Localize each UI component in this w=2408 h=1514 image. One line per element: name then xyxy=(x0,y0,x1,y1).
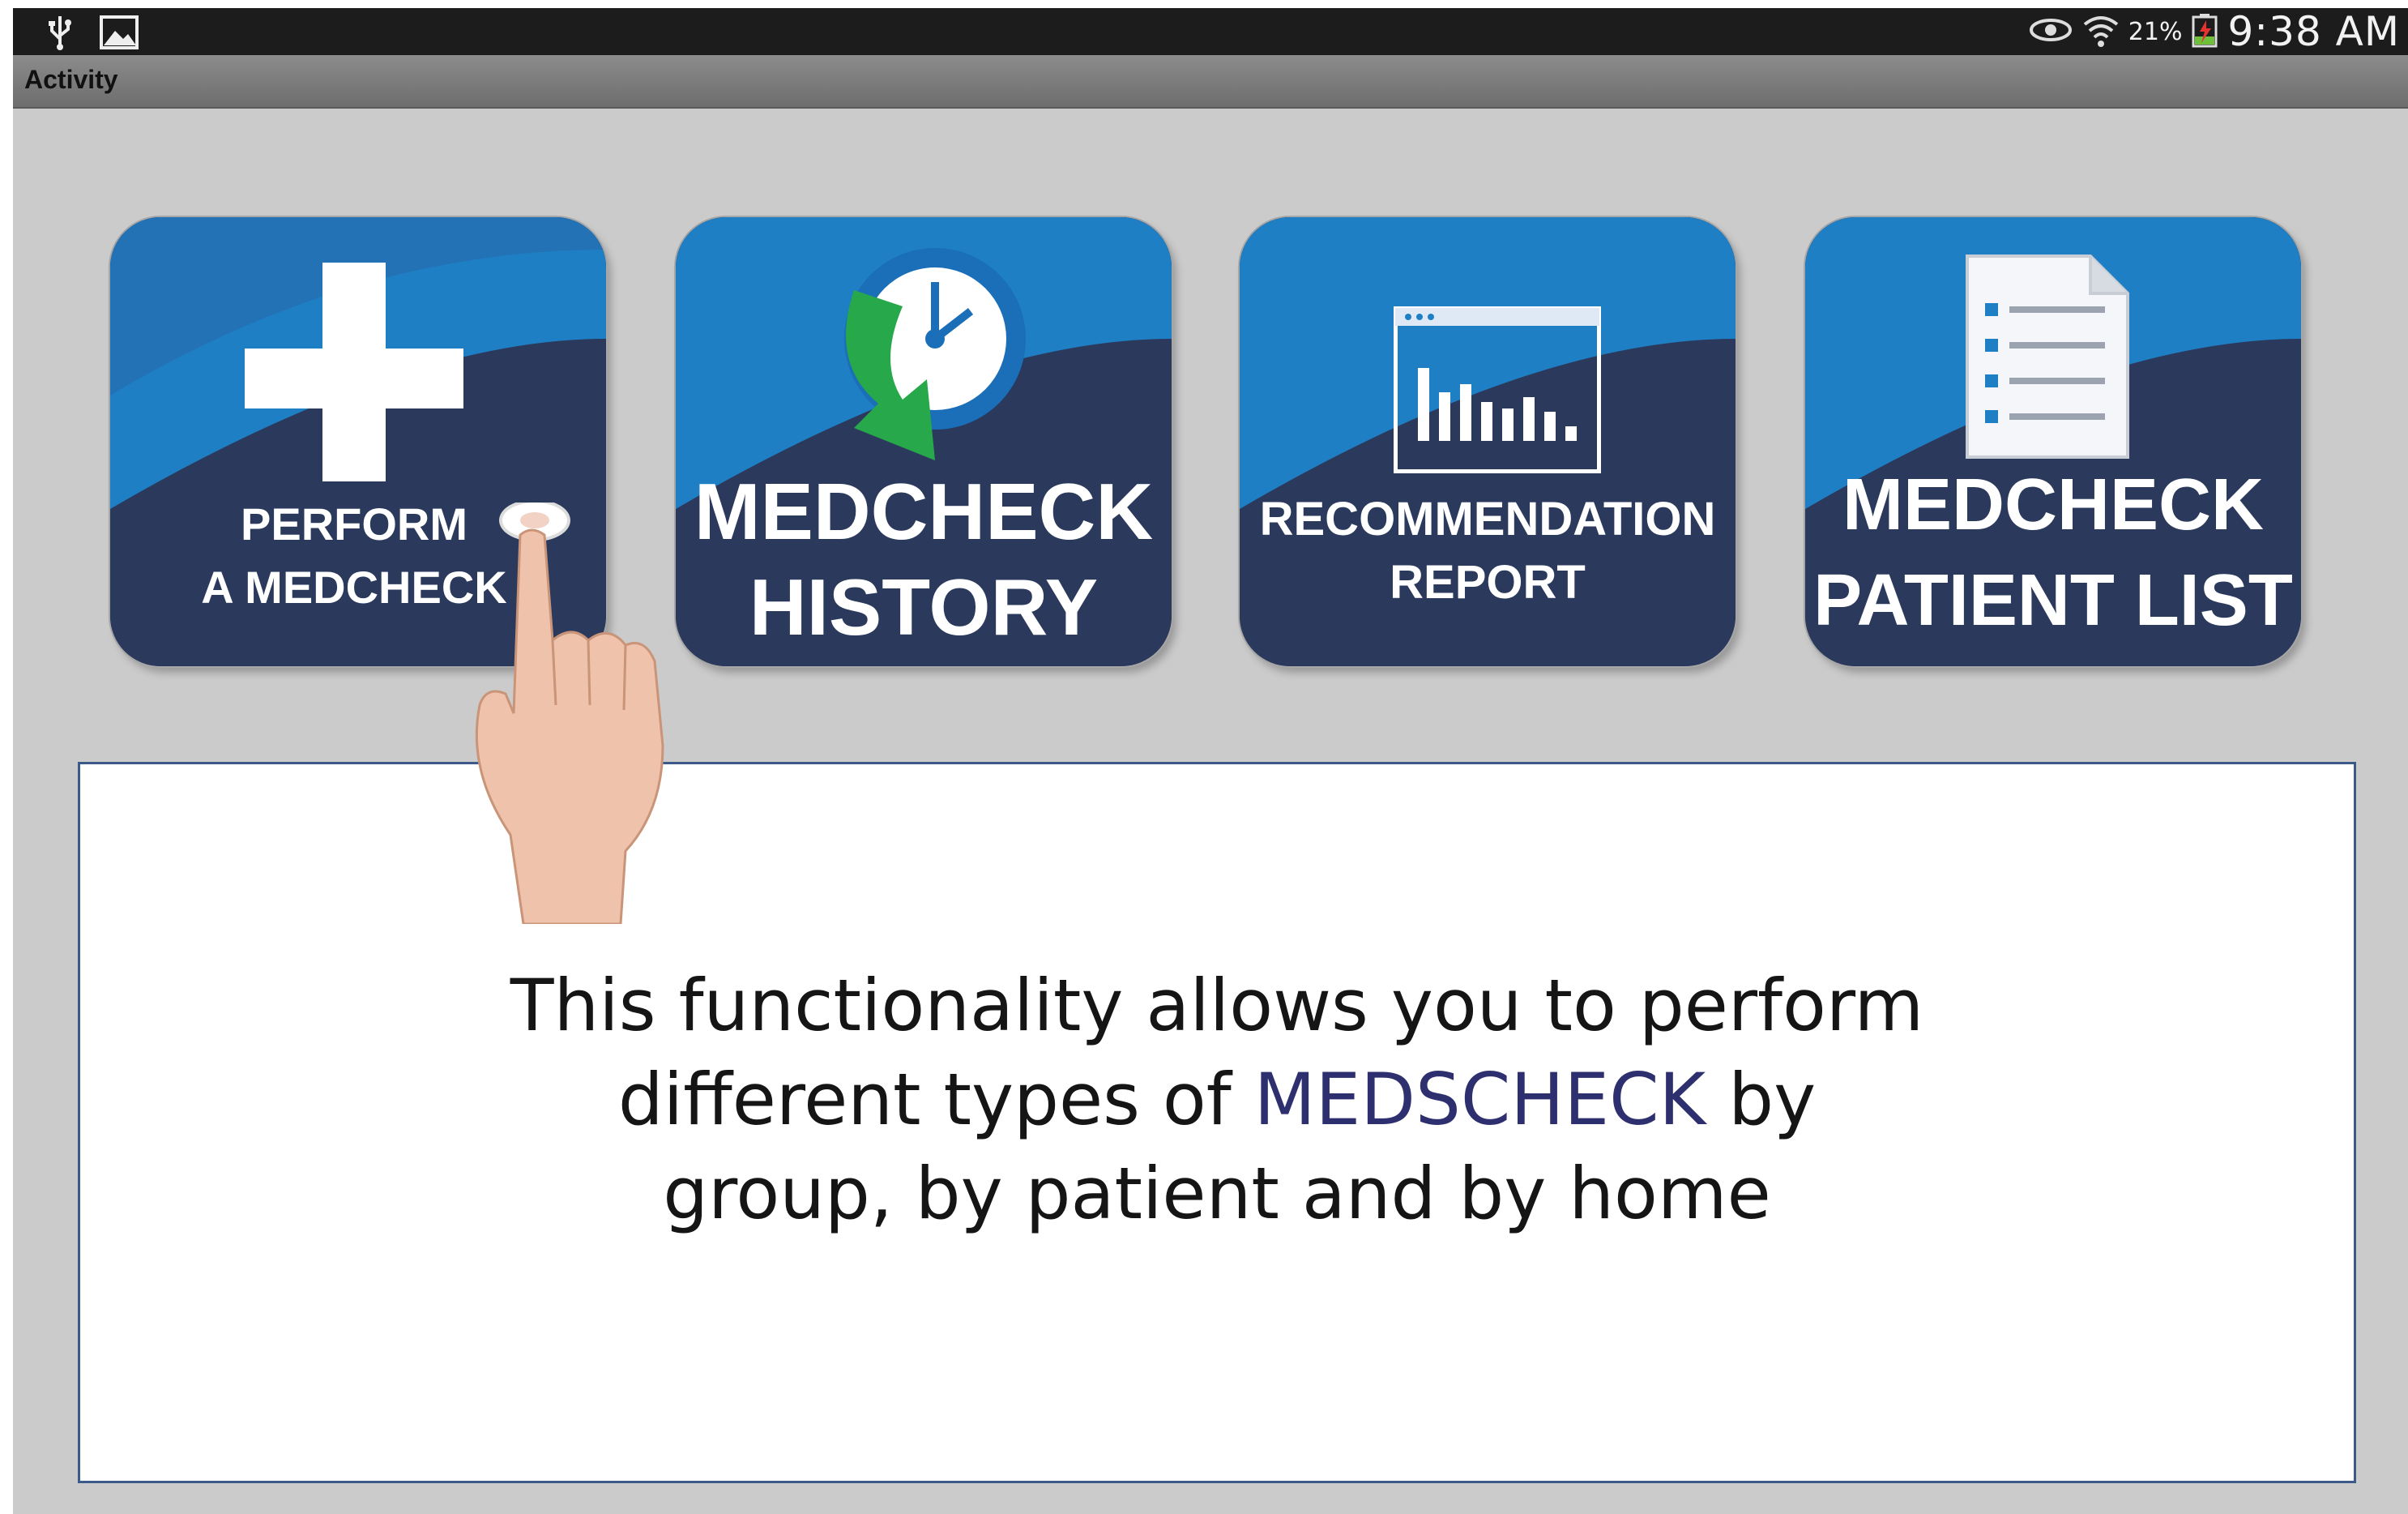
battery-percent: 21% xyxy=(2128,17,2183,46)
info-line-3: group, by patient and by home xyxy=(663,1152,1771,1235)
info-line-2: different types of MEDSCHECK by xyxy=(80,1053,2354,1147)
tile-label-line2: A MEDCHECK xyxy=(201,562,507,613)
app-screen: 21% 9:38 AM Activity PERFORM A MEDCHECK … xyxy=(13,8,2408,1514)
image-icon xyxy=(99,15,139,53)
tile-label-line2: PATIENT LIST xyxy=(1813,560,2293,641)
info-line-2-start: different types of xyxy=(617,1058,1254,1141)
tile-label-line1: PERFORM xyxy=(241,498,468,550)
clock-history-icon xyxy=(844,248,1026,460)
battery-charging-icon xyxy=(2190,12,2219,51)
info-panel: This functionality allows you to perform… xyxy=(78,762,2356,1483)
usb-icon xyxy=(45,15,75,53)
plus-icon xyxy=(245,263,463,481)
tile-label-line1: MEDCHECK xyxy=(1842,464,2264,545)
app-title: Activity xyxy=(24,65,118,94)
tile-label-line2: REPORT xyxy=(1390,556,1586,609)
medcheck-patient-list-button[interactable]: MEDCHECK PATIENT LIST xyxy=(1805,217,2301,666)
info-line-2-end: by xyxy=(1706,1058,1817,1141)
recommendation-report-button[interactable]: RECOMMENDATION REPORT xyxy=(1240,217,1736,666)
document-list-icon xyxy=(1966,254,2129,459)
info-line-1: This functionality allows you to perform xyxy=(510,964,1924,1047)
wifi-icon xyxy=(2081,10,2120,53)
medscheck-highlight: MEDSCHECK xyxy=(1253,1058,1706,1141)
tile-label-line1: RECOMMENDATION xyxy=(1259,493,1716,545)
status-bar: 21% 9:38 AM xyxy=(13,8,2408,55)
action-bar: Activity xyxy=(13,55,2408,109)
report-chart-icon xyxy=(1394,306,1601,473)
tile-label-line2: HISTORY xyxy=(749,562,1099,652)
perform-medcheck-button[interactable]: PERFORM A MEDCHECK xyxy=(110,217,606,666)
medcheck-history-button[interactable]: MEDCHECK HISTORY xyxy=(676,217,1172,666)
info-description: This functionality allows you to perform… xyxy=(80,959,2354,1241)
tile-label-line1: MEDCHECK xyxy=(694,467,1154,556)
status-clock: 9:38 AM xyxy=(2227,8,2400,55)
eye-icon xyxy=(2028,15,2073,48)
